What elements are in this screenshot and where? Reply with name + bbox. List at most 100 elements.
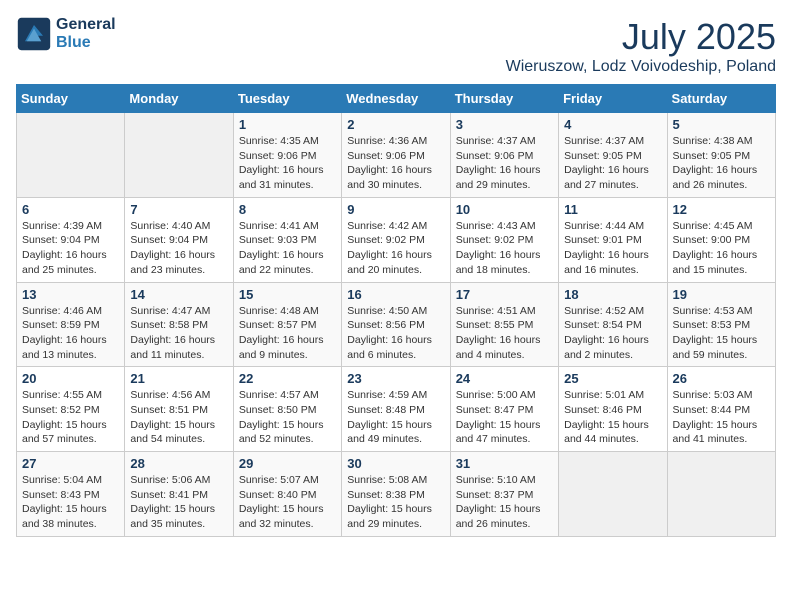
day-number: 28 <box>130 456 227 471</box>
day-info: Sunrise: 5:00 AM Sunset: 8:47 PM Dayligh… <box>456 388 553 447</box>
calendar-cell: 10 Sunrise: 4:43 AM Sunset: 9:02 PM Dayli… <box>450 197 558 282</box>
calendar-cell: 9Sunrise: 4:42 AM Sunset: 9:02 PM Daylig… <box>342 197 450 282</box>
calendar-cell: 2Sunrise: 4:36 AM Sunset: 9:06 PM Daylig… <box>342 113 450 198</box>
calendar-cell: 5Sunrise: 4:38 AM Sunset: 9:05 PM Daylig… <box>667 113 775 198</box>
day-number: 26 <box>673 371 770 386</box>
day-number: 29 <box>239 456 336 471</box>
calendar-cell: 11 Sunrise: 4:44 AM Sunset: 9:01 PM Dayli… <box>559 197 667 282</box>
calendar-cell: 19 Sunrise: 4:53 AM Sunset: 8:53 PM Dayli… <box>667 282 775 367</box>
calendar-cell: 6 Sunrise: 4:39 AM Sunset: 9:04 PM Daylig… <box>17 197 125 282</box>
day-info: Sunrise: 4:42 AM Sunset: 9:02 PM Dayligh… <box>347 219 444 278</box>
weekday-header-tuesday: Tuesday <box>233 85 341 113</box>
day-number: 24 <box>456 371 553 386</box>
calendar-cell <box>667 452 775 537</box>
calendar-cell: 7 Sunrise: 4:40 AM Sunset: 9:04 PM Daylig… <box>125 197 233 282</box>
day-number: 1 <box>239 117 336 132</box>
day-info: Sunrise: 4:43 AM Sunset: 9:02 PM Dayligh… <box>456 219 553 278</box>
day-info: Sunrise: 5:06 AM Sunset: 8:41 PM Dayligh… <box>130 473 227 532</box>
calendar-cell <box>125 113 233 198</box>
calendar-cell: 25 Sunrise: 5:01 AM Sunset: 8:46 PM Dayli… <box>559 367 667 452</box>
month-title: July 2025 <box>506 16 776 58</box>
day-info: Sunrise: 4:51 AM Sunset: 8:55 PM Dayligh… <box>456 304 553 363</box>
day-info: Sunrise: 4:39 AM Sunset: 9:04 PM Dayligh… <box>22 219 119 278</box>
weekday-header-thursday: Thursday <box>450 85 558 113</box>
day-info: Sunrise: 5:03 AM Sunset: 8:44 PM Dayligh… <box>673 388 770 447</box>
day-info: Sunrise: 4:44 AM Sunset: 9:01 PM Dayligh… <box>564 219 661 278</box>
calendar-cell: 29 Sunrise: 5:07 AM Sunset: 8:40 PM Dayli… <box>233 452 341 537</box>
day-number: 16 <box>347 287 444 302</box>
day-info: Sunrise: 4:50 AM Sunset: 8:56 PM Dayligh… <box>347 304 444 363</box>
logo-text: General Blue <box>56 16 116 52</box>
day-number: 11 <box>564 202 661 217</box>
calendar-cell: 27Sunrise: 5:04 AM Sunset: 8:43 PM Dayli… <box>17 452 125 537</box>
day-info: Sunrise: 4:57 AM Sunset: 8:50 PM Dayligh… <box>239 388 336 447</box>
day-number: 17 <box>456 287 553 302</box>
calendar-cell: 1 Sunrise: 4:35 AM Sunset: 9:06 PM Daylig… <box>233 113 341 198</box>
day-info: Sunrise: 4:56 AM Sunset: 8:51 PM Dayligh… <box>130 388 227 447</box>
logo: General Blue <box>16 16 116 52</box>
day-number: 13 <box>22 287 119 302</box>
day-info: Sunrise: 5:07 AM Sunset: 8:40 PM Dayligh… <box>239 473 336 532</box>
weekday-header-saturday: Saturday <box>667 85 775 113</box>
day-number: 8 <box>239 202 336 217</box>
day-info: Sunrise: 5:10 AM Sunset: 8:37 PM Dayligh… <box>456 473 553 532</box>
day-number: 10 <box>456 202 553 217</box>
page-header: General Blue July 2025 Wieruszow, Lodz V… <box>16 16 776 76</box>
day-number: 15 <box>239 287 336 302</box>
day-number: 21 <box>130 371 227 386</box>
day-info: Sunrise: 4:45 AM Sunset: 9:00 PM Dayligh… <box>673 219 770 278</box>
calendar-week-row: 13 Sunrise: 4:46 AM Sunset: 8:59 PM Dayli… <box>17 282 776 367</box>
calendar-cell: 17 Sunrise: 4:51 AM Sunset: 8:55 PM Dayli… <box>450 282 558 367</box>
logo-icon <box>16 16 52 52</box>
day-number: 20 <box>22 371 119 386</box>
calendar-week-row: 27Sunrise: 5:04 AM Sunset: 8:43 PM Dayli… <box>17 452 776 537</box>
day-info: Sunrise: 4:52 AM Sunset: 8:54 PM Dayligh… <box>564 304 661 363</box>
calendar-cell: 31 Sunrise: 5:10 AM Sunset: 8:37 PM Dayli… <box>450 452 558 537</box>
calendar-week-row: 1 Sunrise: 4:35 AM Sunset: 9:06 PM Daylig… <box>17 113 776 198</box>
day-number: 25 <box>564 371 661 386</box>
day-number: 18 <box>564 287 661 302</box>
calendar-cell: 14Sunrise: 4:47 AM Sunset: 8:58 PM Dayli… <box>125 282 233 367</box>
calendar-cell: 30 Sunrise: 5:08 AM Sunset: 8:38 PM Dayli… <box>342 452 450 537</box>
calendar-cell: 18 Sunrise: 4:52 AM Sunset: 8:54 PM Dayli… <box>559 282 667 367</box>
day-info: Sunrise: 4:55 AM Sunset: 8:52 PM Dayligh… <box>22 388 119 447</box>
calendar-cell: 24 Sunrise: 5:00 AM Sunset: 8:47 PM Dayli… <box>450 367 558 452</box>
day-info: Sunrise: 4:46 AM Sunset: 8:59 PM Dayligh… <box>22 304 119 363</box>
calendar-week-row: 6 Sunrise: 4:39 AM Sunset: 9:04 PM Daylig… <box>17 197 776 282</box>
weekday-header-friday: Friday <box>559 85 667 113</box>
calendar-cell <box>17 113 125 198</box>
day-info: Sunrise: 4:36 AM Sunset: 9:06 PM Dayligh… <box>347 134 444 193</box>
calendar-cell: 13 Sunrise: 4:46 AM Sunset: 8:59 PM Dayli… <box>17 282 125 367</box>
calendar-cell: 26 Sunrise: 5:03 AM Sunset: 8:44 PM Dayli… <box>667 367 775 452</box>
calendar-cell: 20 Sunrise: 4:55 AM Sunset: 8:52 PM Dayli… <box>17 367 125 452</box>
calendar-cell: 23Sunrise: 4:59 AM Sunset: 8:48 PM Dayli… <box>342 367 450 452</box>
calendar-cell: 3Sunrise: 4:37 AM Sunset: 9:06 PM Daylig… <box>450 113 558 198</box>
calendar-cell <box>559 452 667 537</box>
weekday-header-monday: Monday <box>125 85 233 113</box>
day-number: 31 <box>456 456 553 471</box>
day-number: 19 <box>673 287 770 302</box>
day-info: Sunrise: 4:40 AM Sunset: 9:04 PM Dayligh… <box>130 219 227 278</box>
calendar-cell: 4Sunrise: 4:37 AM Sunset: 9:05 PM Daylig… <box>559 113 667 198</box>
calendar-cell: 28 Sunrise: 5:06 AM Sunset: 8:41 PM Dayli… <box>125 452 233 537</box>
day-number: 6 <box>22 202 119 217</box>
day-number: 7 <box>130 202 227 217</box>
day-number: 30 <box>347 456 444 471</box>
calendar-cell: 15Sunrise: 4:48 AM Sunset: 8:57 PM Dayli… <box>233 282 341 367</box>
day-info: Sunrise: 5:04 AM Sunset: 8:43 PM Dayligh… <box>22 473 119 532</box>
day-info: Sunrise: 5:08 AM Sunset: 8:38 PM Dayligh… <box>347 473 444 532</box>
calendar-cell: 16 Sunrise: 4:50 AM Sunset: 8:56 PM Dayli… <box>342 282 450 367</box>
day-info: Sunrise: 4:35 AM Sunset: 9:06 PM Dayligh… <box>239 134 336 193</box>
day-number: 22 <box>239 371 336 386</box>
day-info: Sunrise: 4:53 AM Sunset: 8:53 PM Dayligh… <box>673 304 770 363</box>
day-number: 12 <box>673 202 770 217</box>
day-info: Sunrise: 4:38 AM Sunset: 9:05 PM Dayligh… <box>673 134 770 193</box>
weekday-header-row: SundayMondayTuesdayWednesdayThursdayFrid… <box>17 85 776 113</box>
calendar-cell: 21 Sunrise: 4:56 AM Sunset: 8:51 PM Dayli… <box>125 367 233 452</box>
weekday-header-sunday: Sunday <box>17 85 125 113</box>
day-info: Sunrise: 4:37 AM Sunset: 9:05 PM Dayligh… <box>564 134 661 193</box>
title-block: July 2025 Wieruszow, Lodz Voivodeship, P… <box>506 16 776 76</box>
day-info: Sunrise: 5:01 AM Sunset: 8:46 PM Dayligh… <box>564 388 661 447</box>
calendar-cell: 8Sunrise: 4:41 AM Sunset: 9:03 PM Daylig… <box>233 197 341 282</box>
location-title: Wieruszow, Lodz Voivodeship, Poland <box>506 58 776 76</box>
